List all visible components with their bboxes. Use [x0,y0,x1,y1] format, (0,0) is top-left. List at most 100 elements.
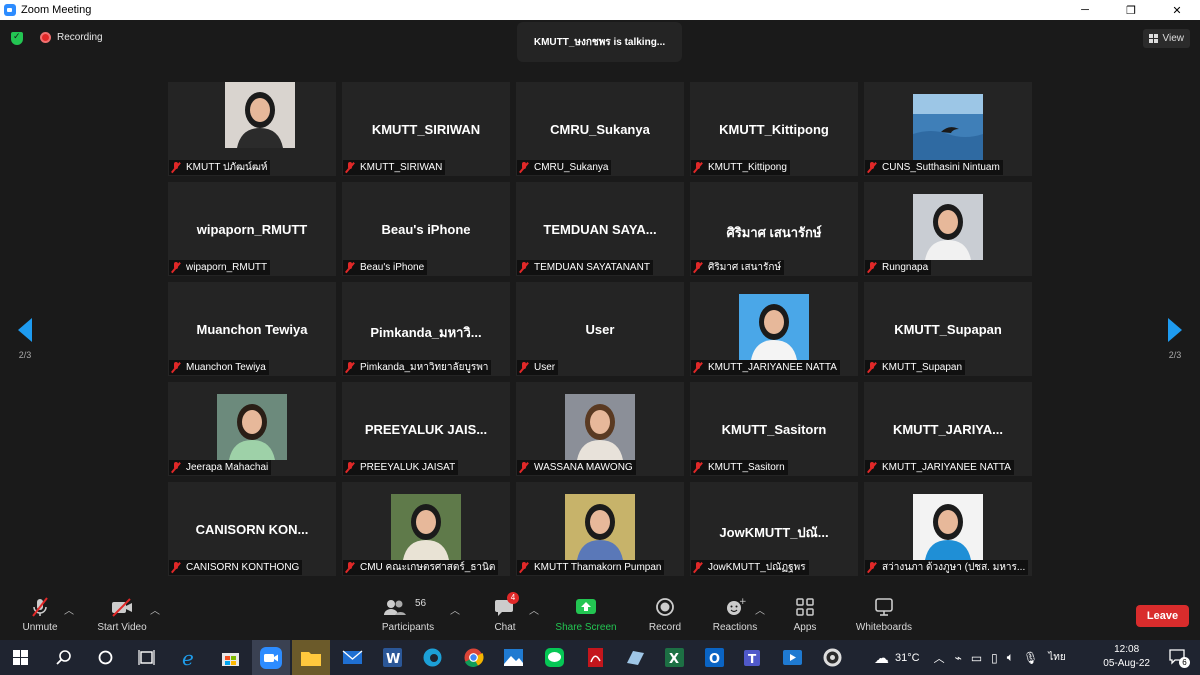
audio-options-caret-icon[interactable]: ︿ [64,602,74,617]
participant-video-thumbnail [913,194,983,265]
participant-video-thumbnail [217,394,287,465]
share-screen-button[interactable]: Share Screen [553,596,619,633]
tray-chevron-icon[interactable]: ︿ [934,650,945,666]
participant-name-label: User [517,360,559,375]
participant-tile[interactable]: Beau's iPhone Beau's iPhone [342,182,510,276]
word-icon[interactable]: W [380,645,405,670]
recording-indicator[interactable]: Recording [40,32,103,43]
display-icon[interactable]: ▭ [971,651,982,665]
participant-tile[interactable]: CMU คณะเกษตรศาสตร์_ธานิต [342,482,510,576]
participant-tile[interactable]: Muanchon Tewiya Muanchon Tewiya [168,282,336,376]
weather-cloud-icon[interactable]: ☁ [874,649,889,667]
network-icon[interactable]: ⌁ [955,651,962,665]
photos-icon[interactable] [501,645,526,670]
task-view-icon[interactable] [134,645,159,670]
reactions-button[interactable]: + Reactions [710,596,760,633]
view-button[interactable]: View [1142,29,1190,48]
mic-muted-icon [519,462,529,473]
search-icon[interactable] [52,645,77,670]
mic-muted-icon [345,362,355,373]
participant-tile[interactable]: CANISORN KON... CANISORN KONTHONG [168,482,336,576]
page-indicator: 2/3 [18,350,32,360]
participant-display-name: ศิริมาศ เสนารักษ์ [726,225,822,240]
participant-tile[interactable]: KMUTT ปภัฒน์ฒห์ [168,82,336,176]
pdf-reader-icon[interactable] [583,645,608,670]
participant-video-thumbnail [739,294,809,365]
notification-center-button[interactable]: 6 [1168,648,1190,668]
next-page-button[interactable]: 2/3 [1160,318,1190,360]
chat-caret-icon[interactable]: ︿ [529,602,539,617]
battery-icon[interactable]: ▯ [991,651,998,665]
volume-icon[interactable]: 🔈︎ [1007,650,1014,665]
reactions-caret-icon[interactable]: ︿ [755,602,765,617]
notepad-icon[interactable] [623,645,648,670]
participant-tile[interactable]: KMUTT_Kittipong KMUTT_Kittipong [690,82,858,176]
participant-tile[interactable]: KMUTT_Supapan KMUTT_Supapan [864,282,1032,376]
minimize-button[interactable]: ─ [1062,0,1108,20]
leave-button[interactable]: Leave [1136,605,1189,627]
close-button[interactable]: ✕ [1154,0,1200,20]
windows-start-icon[interactable] [8,645,33,670]
chat-label: Chat [494,622,516,633]
excel-icon[interactable]: X [662,645,687,670]
mic-muted-icon [867,562,877,573]
participant-tile[interactable]: JowKMUTT_ปณั... JowKMUTT_ปณัฏฐพร [690,482,858,576]
weather-temperature[interactable]: 31°C [895,652,920,664]
participant-tile[interactable]: สว่างนภา ด้วงภูษา (ปชส. มหาร... [864,482,1032,576]
participants-button[interactable]: 56 Participants [378,596,438,633]
participant-tile[interactable]: WASSANA MAWONG [516,382,684,476]
participant-tile[interactable]: ศิริมาศ เสนารักษ์ ศิริมาศ เสนารักษ์ [690,182,858,276]
video-options-caret-icon[interactable]: ︿ [150,602,160,617]
reactions-label: Reactions [712,622,758,633]
whiteboards-button[interactable]: Whiteboards [852,596,916,633]
zoom-taskbar-item[interactable] [252,640,290,675]
participant-tile[interactable]: KMUTT_Sasitorn KMUTT_Sasitorn [690,382,858,476]
participant-tile[interactable]: Rungnapa [864,182,1032,276]
store-icon[interactable] [218,645,243,670]
cortana-icon[interactable] [93,645,118,670]
participant-tile[interactable]: KMUTT Thamakorn Pumpan [516,482,684,576]
media-player-icon[interactable] [780,645,805,670]
participants-caret-icon[interactable]: ︿ [450,602,460,617]
teams-icon[interactable]: T [741,645,766,670]
unmute-button[interactable]: Unmute [18,596,62,633]
chat-button[interactable]: 4 Chat [490,592,520,633]
mail-icon[interactable] [340,645,365,670]
mic-muted-icon [171,462,181,473]
previous-page-button[interactable]: 2/3 [10,318,40,360]
internet-explorer-icon[interactable]: e [178,645,203,670]
participant-tile[interactable]: KMUTT_JARIYA... KMUTT_JARIYANEE NATTA [864,382,1032,476]
participant-tile[interactable]: CUNS_Sutthasini Nintuam [864,82,1032,176]
participant-tile[interactable]: PREEYALUK JAIS... PREEYALUK JAISAT [342,382,510,476]
mic-muted-icon [18,596,62,618]
restore-button[interactable]: ❐ [1108,0,1154,20]
outlook-icon[interactable]: O [702,645,727,670]
language-indicator[interactable]: ไทย [1048,650,1065,665]
start-video-button[interactable]: Start Video [93,596,151,633]
participant-display-name: KMUTT_SIRIWAN [371,122,481,137]
participant-tile[interactable]: Jeerapa Mahachai [168,382,336,476]
obs-icon[interactable] [820,645,845,670]
chrome-icon[interactable] [461,645,486,670]
apps-button[interactable]: Apps [790,596,820,633]
participant-name-label: CMU คณะเกษตรศาสตร์_ธานิต [343,560,499,575]
participant-tile[interactable]: wipaporn_RMUTT wipaporn_RMUTT [168,182,336,276]
participant-tile[interactable]: CMRU_Sukanya CMRU_Sukanya [516,82,684,176]
mic-muted-icon [171,562,181,573]
recording-dot-icon [40,32,51,43]
participant-tile[interactable]: TEMDUAN SAYA... TEMDUAN SAYATANANT [516,182,684,276]
participant-display-name: CANISORN KON... [195,522,309,537]
taskbar-clock[interactable]: 12:08 05-Aug-22 [1103,643,1150,671]
participant-tile[interactable]: User User [516,282,684,376]
file-explorer-taskbar-item[interactable] [292,640,330,675]
line-icon[interactable] [542,645,567,670]
participant-tile[interactable]: Pimkanda_มหาวิ... Pimkanda_มหาวิทยาลัยบูร… [342,282,510,376]
microphone-icon[interactable]: 🎙︎ [1023,651,1038,665]
participant-video-thumbnail [913,94,983,165]
participant-display-name: User [585,322,615,337]
security-shield-icon[interactable] [11,31,23,45]
edge-icon[interactable] [420,645,445,670]
participant-tile[interactable]: KMUTT_SIRIWAN KMUTT_SIRIWAN [342,82,510,176]
record-button[interactable]: Record [645,596,685,633]
participant-tile[interactable]: KMUTT_JARIYANEE NATTA [690,282,858,376]
